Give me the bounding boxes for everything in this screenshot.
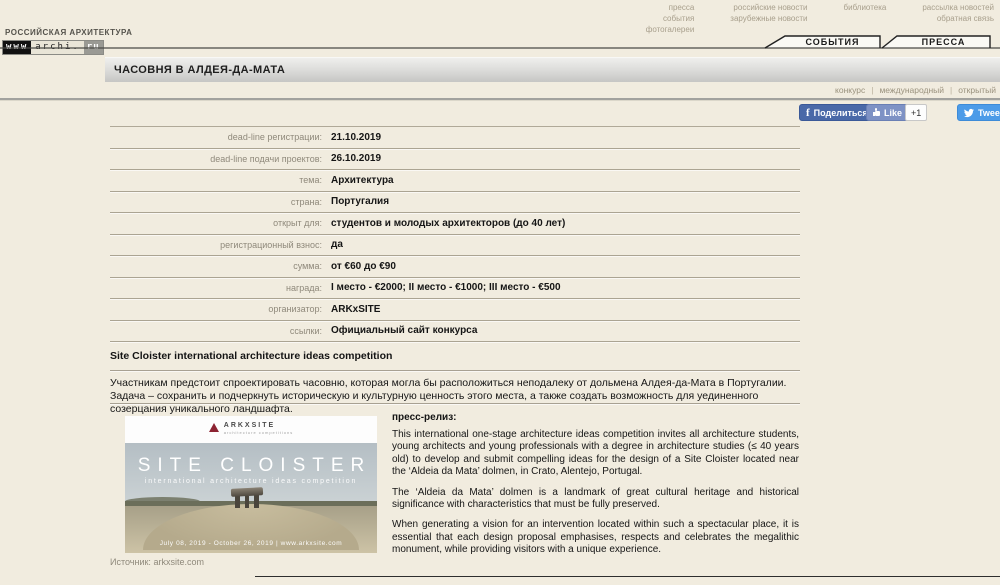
detail-row-theme: тема: Архитектура <box>110 170 800 192</box>
top-nav-col-press: пресса события фотогалереи <box>646 3 695 34</box>
detail-row-registration-fee: регистрационный взнос: да <box>110 235 800 257</box>
detail-row-organizer: организатор: ARKxSITE <box>110 299 800 321</box>
detail-label: dead-line регистрации: <box>110 132 331 142</box>
arkxsite-logo: ARKXSITE architecture competitions <box>125 422 377 435</box>
detail-label: dead-line подачи проектов: <box>110 154 331 164</box>
main-divider <box>0 98 1000 101</box>
arkxsite-logo-subtitle: architecture competitions <box>224 430 293 435</box>
thumbs-up-icon <box>873 109 880 116</box>
footer-divider <box>255 576 1000 577</box>
subnav-separator: | <box>950 85 952 95</box>
top-nav-col-news: российские новости зарубежные новости <box>730 3 807 34</box>
detail-value: студентов и молодых архитекторов (до 40 … <box>331 218 565 229</box>
subnav-separator: | <box>871 85 873 95</box>
press-paragraph-3: When generating a vision for an interven… <box>392 519 799 556</box>
detail-label: награда: <box>110 283 331 293</box>
arkxsite-triangle-icon <box>209 423 219 432</box>
source-line: Источник: arkxsite.com <box>110 557 204 567</box>
heading-divider <box>110 370 800 371</box>
competition-poster-image[interactable]: ARKXSITE architecture competitions SITE … <box>125 416 377 553</box>
like-label: Like <box>884 108 902 118</box>
top-navigation: пресса события фотогалереи российские но… <box>646 3 994 34</box>
detail-value: 26.10.2019 <box>331 153 381 164</box>
detail-label: сумма: <box>110 261 331 271</box>
page-title-band: ЧАСОВНЯ В АЛДЕЯ-ДА-МАТА <box>105 57 1000 82</box>
subnav-konkurs[interactable]: конкурс <box>835 85 865 95</box>
google-plus-one-button[interactable]: +1 <box>905 104 927 121</box>
official-site-link[interactable]: Официальный сайт конкурса <box>331 325 477 336</box>
detail-row-submission-deadline: dead-line подачи проектов: 26.10.2019 <box>110 149 800 171</box>
detail-value: Португалия <box>331 196 389 207</box>
plus-one-label: +1 <box>911 108 921 118</box>
detail-label: открыт для: <box>110 218 331 228</box>
source-link[interactable]: arkxsite.com <box>153 557 204 567</box>
detail-value: от €60 до €90 <box>331 261 396 272</box>
detail-row-open-for: открыт для: студентов и молодых архитект… <box>110 213 800 235</box>
detail-row-prize: награда: I место - €2000; II место - €10… <box>110 278 800 300</box>
nav-link-sobytiya[interactable]: события <box>663 14 694 23</box>
article-lead: Участникам предстоит спроектировать часо… <box>110 377 798 416</box>
facebook-share-label: Поделиться <box>814 108 868 118</box>
top-nav-col-library: библиотека <box>844 3 887 34</box>
lead-divider <box>110 403 800 404</box>
subnav-open[interactable]: открытый <box>958 85 996 95</box>
detail-value: 21.10.2019 <box>331 132 381 143</box>
twitter-bird-icon <box>964 108 974 118</box>
category-subnav: конкурс | международный | открытый <box>835 85 996 95</box>
detail-label: организатор: <box>110 304 331 314</box>
detail-row-registration-deadline: dead-line регистрации: 21.10.2019 <box>110 127 800 149</box>
press-release-label: пресс-релиз: <box>392 412 799 423</box>
facebook-icon: f <box>806 107 810 119</box>
tab-events[interactable]: СОБЫТИЯ <box>785 37 880 47</box>
detail-label: регистрационный взнос: <box>110 240 331 250</box>
nav-link-library[interactable]: библиотека <box>844 3 887 12</box>
page: пресса события фотогалереи российские но… <box>0 0 1000 585</box>
poster-title: SITE CLOISTER <box>125 455 377 477</box>
tweet-button[interactable]: Tweet <box>957 104 1000 121</box>
article-heading: Site Cloister international architecture… <box>110 350 800 362</box>
page-title: ЧАСОВНЯ В АЛДЕЯ-ДА-МАТА <box>105 58 1000 82</box>
detail-label: ссылки: <box>110 326 331 336</box>
facebook-like-button[interactable]: Like <box>866 104 909 121</box>
detail-row-country: страна: Португалия <box>110 192 800 214</box>
subnav-international[interactable]: международный <box>879 85 944 95</box>
detail-value: ARKxSITE <box>331 304 380 315</box>
nav-link-russian-news[interactable]: российские новости <box>733 3 807 12</box>
press-release: пресс-релиз: This international one-stag… <box>392 412 799 565</box>
nav-link-pressa[interactable]: пресса <box>669 3 695 12</box>
nav-link-foreign-news[interactable]: зарубежные новости <box>730 14 807 23</box>
detail-value: I место - €2000; II место - €1000; III м… <box>331 282 561 293</box>
detail-value: да <box>331 239 343 250</box>
nav-link-fotogalerei[interactable]: фотогалереи <box>646 25 695 34</box>
press-paragraph-1: This international one-stage architectur… <box>392 429 799 479</box>
tweet-label: Tweet <box>978 108 1000 118</box>
detail-label: тема: <box>110 175 331 185</box>
top-nav-col-contact: рассылка новостей обратная связь <box>922 3 994 34</box>
arkxsite-logo-name: ARKXSITE <box>224 422 293 429</box>
nav-link-feedback[interactable]: обратная связь <box>937 14 994 23</box>
tab-press[interactable]: ПРЕССА <box>897 37 990 47</box>
detail-row-links: ссылки: Официальный сайт конкурса <box>110 321 800 343</box>
competition-details-table: dead-line регистрации: 21.10.2019 dead-l… <box>110 126 800 342</box>
nav-link-newsletter[interactable]: рассылка новостей <box>922 3 994 12</box>
detail-row-fee-amount: сумма: от €60 до €90 <box>110 256 800 278</box>
detail-value: Архитектура <box>331 175 394 186</box>
source-label: Источник: <box>110 557 151 567</box>
dolmen-illustration <box>229 488 265 509</box>
poster-subtitle: international architecture ideas competi… <box>125 478 377 485</box>
detail-label: страна: <box>110 197 331 207</box>
poster-dates: July 08, 2019 - October 26, 2019 | www.a… <box>125 540 377 547</box>
press-paragraph-2: The ‘Aldeia da Mata’ dolmen is a landmar… <box>392 487 799 512</box>
